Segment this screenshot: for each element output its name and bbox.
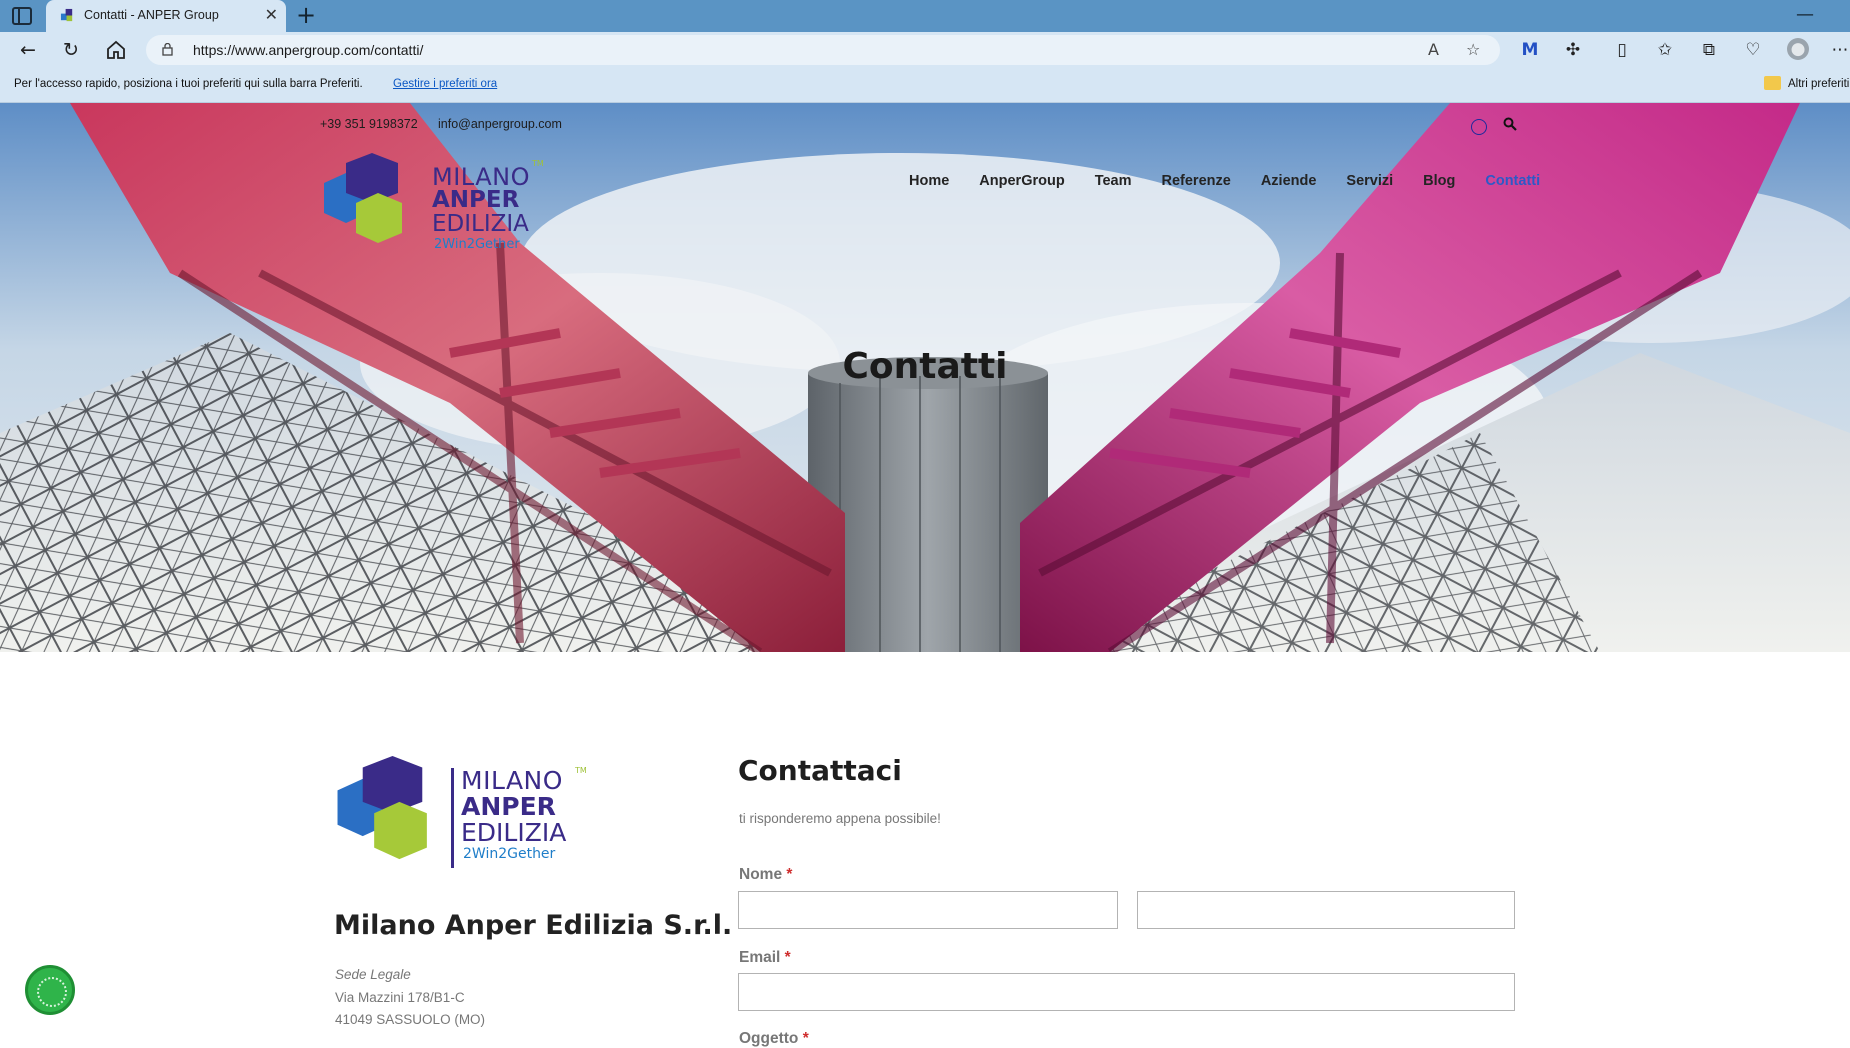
company-logo: MILANO TM ANPER EDILIZIA 2Win2Gether xyxy=(335,756,595,882)
hero-banner: +39 351 9198372 info@anpergroup.com MILA… xyxy=(0,103,1850,652)
last-name-input[interactable] xyxy=(1137,891,1515,929)
browser-essentials-icon[interactable]: ♡ xyxy=(1741,38,1765,62)
email-label: Email * xyxy=(739,949,791,967)
contact-form-subtitle: ti risponderemo appena possibile! xyxy=(739,811,941,826)
menu-item-blog[interactable]: Blog xyxy=(1423,173,1455,197)
browser-tab-bar: Contatti - ANPER Group ✕ + — xyxy=(0,0,1850,32)
topbar-email[interactable]: info@anpergroup.com xyxy=(438,117,562,131)
required-mark: * xyxy=(802,1030,809,1047)
split-screen-icon[interactable]: ▯ xyxy=(1610,38,1634,62)
email-input[interactable] xyxy=(738,973,1515,1011)
menu-item-servizi[interactable]: Servizi xyxy=(1346,173,1393,197)
sede-label: Sede Legale xyxy=(335,967,411,982)
favorites-list-icon[interactable]: ✩ xyxy=(1653,38,1677,62)
window-minimize-icon[interactable]: — xyxy=(1796,4,1814,25)
name-label: Nome * xyxy=(739,866,792,884)
back-arrow-icon[interactable]: ← xyxy=(16,38,40,62)
email-label-text: Email xyxy=(739,949,781,966)
more-menu-icon[interactable]: ⋯ xyxy=(1828,38,1850,62)
extensions-puzzle-icon[interactable]: ✣ xyxy=(1561,38,1585,62)
menu-item-referenze[interactable]: Referenze xyxy=(1162,173,1231,197)
site-favicon-icon xyxy=(60,8,73,22)
page-title: Contatti xyxy=(842,346,1008,387)
reload-icon[interactable]: ↻ xyxy=(59,38,83,62)
sidebar-toggle-icon[interactable] xyxy=(12,7,32,25)
address-line-2: 41049 SASSUOLO (MO) xyxy=(335,1012,486,1027)
logo-trademark: TM xyxy=(532,159,544,168)
company-logo-line-milano: MILANO xyxy=(461,766,563,795)
collections-icon[interactable]: ⧉ xyxy=(1697,38,1721,62)
address-line-1: Via Mazzini 178/B1-C xyxy=(335,990,465,1005)
menu-item-anpergroup[interactable]: AnperGroup xyxy=(979,173,1064,197)
other-favorites-link[interactable]: Altri preferiti xyxy=(1788,78,1849,90)
favorites-bar-message: Per l'accesso rapido, posiziona i tuoi p… xyxy=(14,78,363,90)
subject-label-text: Oggetto xyxy=(739,1030,799,1047)
menu-item-contatti[interactable]: Contatti xyxy=(1485,173,1540,197)
manage-favorites-link[interactable]: Gestire i preferiti ora xyxy=(393,78,497,90)
header-logo[interactable]: MILANO TM ANPER EDILIZIA 2Win2Gether xyxy=(322,153,552,263)
folder-icon[interactable] xyxy=(1764,76,1781,90)
search-icon[interactable] xyxy=(1503,117,1517,131)
tab-close-icon[interactable]: ✕ xyxy=(265,6,278,24)
main-menu: Home AnperGroup Team Referenze Aziende S… xyxy=(909,173,1540,197)
favorite-star-icon[interactable]: ☆ xyxy=(1466,40,1480,59)
menu-item-aziende[interactable]: Aziende xyxy=(1261,173,1317,197)
tab-title: Contatti - ANPER Group xyxy=(84,8,219,22)
lock-icon[interactable] xyxy=(162,43,173,56)
first-name-input[interactable] xyxy=(738,891,1118,929)
extension-m-icon[interactable]: M xyxy=(1518,38,1542,62)
url-text[interactable]: https://www.anpergroup.com/contatti/ xyxy=(193,42,423,58)
company-logo-line-edilizia: EDILIZIA xyxy=(461,818,567,847)
menu-item-team[interactable]: Team xyxy=(1095,173,1132,197)
topbar-phone[interactable]: +39 351 9198372 xyxy=(320,117,418,131)
company-logo-cubes-icon xyxy=(337,756,427,860)
company-logo-line-anper: ANPER xyxy=(461,792,556,821)
contact-form-heading: Contattaci xyxy=(738,754,902,787)
logo-cubes-icon xyxy=(324,153,402,243)
company-name: Milano Anper Edilizia S.r.l. xyxy=(334,910,733,941)
logo-tagline: 2Win2Gether xyxy=(434,237,520,252)
whatsapp-icon[interactable] xyxy=(1471,119,1487,135)
subject-label: Oggetto * xyxy=(739,1030,809,1048)
logo-line-edilizia: EDILIZIA xyxy=(432,211,529,237)
browser-tab-active[interactable]: Contatti - ANPER Group ✕ xyxy=(46,0,286,32)
new-tab-button[interactable]: + xyxy=(296,2,316,28)
name-label-text: Nome xyxy=(739,866,783,883)
company-logo-trademark: TM xyxy=(575,766,587,775)
menu-item-home[interactable]: Home xyxy=(909,173,949,197)
chat-widget-button[interactable] xyxy=(25,965,75,1015)
read-aloud-icon[interactable]: A xyxy=(1428,40,1439,59)
logo-divider xyxy=(451,768,454,868)
home-icon[interactable] xyxy=(104,38,128,62)
profile-avatar-icon[interactable]: ● xyxy=(1787,38,1809,60)
logo-line-anper: ANPER xyxy=(432,187,520,213)
company-logo-tagline: 2Win2Gether xyxy=(463,846,556,862)
browser-toolbar: ← ↻ https://www.anpergroup.com/contatti/… xyxy=(0,32,1850,68)
address-bar[interactable]: https://www.anpergroup.com/contatti/ A ☆ xyxy=(146,35,1500,65)
required-mark: * xyxy=(786,866,793,883)
required-mark: * xyxy=(784,949,791,966)
favorites-bar: Per l'accesso rapido, posiziona i tuoi p… xyxy=(0,68,1850,103)
